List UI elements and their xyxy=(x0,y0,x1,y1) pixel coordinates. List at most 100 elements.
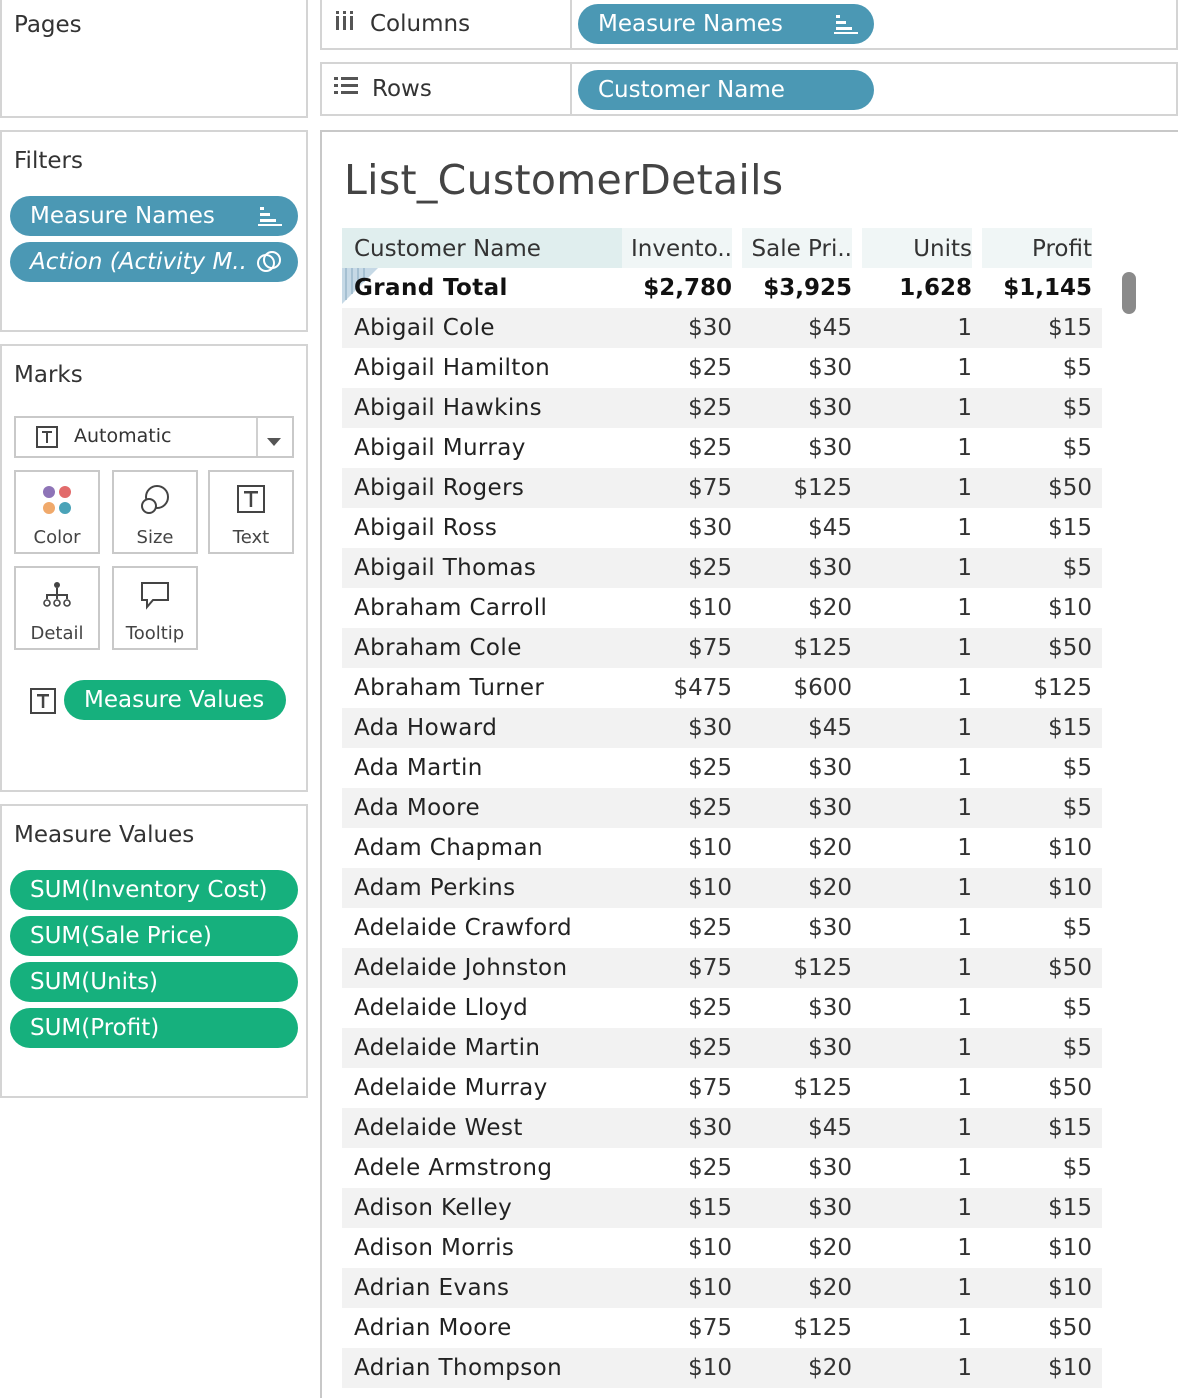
table-row[interactable]: Adison Morris $10 $20 1 $10 xyxy=(342,1228,1102,1268)
measure-value-pill[interactable]: SUM(Sale Price) xyxy=(10,916,298,956)
mark-type-label: Automatic xyxy=(74,425,172,447)
table-row[interactable]: Ada Howard $30 $45 1 $15 xyxy=(342,708,1102,748)
table-row[interactable]: Adam Chapman $10 $20 1 $10 xyxy=(342,828,1102,868)
table-row[interactable]: Adison Kelley $15 $30 1 $15 xyxy=(342,1188,1102,1228)
table-row[interactable]: Adrian Moore $75 $125 1 $50 xyxy=(342,1308,1102,1348)
pages-card[interactable]: Pages xyxy=(0,0,308,118)
sort-icon xyxy=(258,196,282,236)
table-row[interactable]: Adelaide Lloyd $25 $30 1 $5 xyxy=(342,988,1102,1028)
marks-card[interactable]: Marks Automatic Color Size Text Detail T… xyxy=(0,344,308,792)
filter-action-pill[interactable]: Action (Activity M.. xyxy=(10,242,298,282)
table-row[interactable]: Abigail Rogers $75 $125 1 $50 xyxy=(342,468,1102,508)
table-row[interactable]: Abigail Murray $25 $30 1 $5 xyxy=(342,428,1102,468)
detail-button[interactable]: Detail xyxy=(14,566,100,650)
table-row[interactable]: Abraham Carroll $10 $20 1 $10 xyxy=(342,588,1102,628)
units-cell: 1 xyxy=(957,475,972,501)
sale-price-cell: $20 xyxy=(808,1275,852,1301)
header-profit[interactable]: Profit xyxy=(982,228,1092,268)
worksheet-view[interactable]: List_CustomerDetails Customer Name Inven… xyxy=(320,130,1178,1398)
inventory-cell: $75 xyxy=(688,635,732,661)
inventory-cell: $10 xyxy=(688,875,732,901)
grand-total-row[interactable]: Grand Total $2,780 $3,925 1,628 $1,145 xyxy=(342,268,1102,308)
pages-title: Pages xyxy=(14,12,82,38)
filters-title: Filters xyxy=(14,148,83,174)
table-row[interactable]: Abigail Cole $30 $45 1 $15 xyxy=(342,308,1102,348)
inventory-cell: $25 xyxy=(688,1155,732,1181)
customer-name-cell: Adam Perkins xyxy=(354,875,516,901)
sale-price-cell: $20 xyxy=(808,1355,852,1381)
table-row[interactable]: Abigail Hawkins $25 $30 1 $5 xyxy=(342,388,1102,428)
profit-cell: $15 xyxy=(1048,1195,1092,1221)
table-row[interactable]: Adrian Thompson $10 $20 1 $10 xyxy=(342,1348,1102,1388)
customer-name-cell: Abraham Turner xyxy=(354,675,545,701)
vertical-scrollbar-thumb[interactable] xyxy=(1122,272,1136,314)
table-row[interactable]: Ada Moore $25 $30 1 $5 xyxy=(342,788,1102,828)
filters-card[interactable]: Filters Measure Names Action (Activity M… xyxy=(0,130,308,332)
rows-shelf[interactable]: Rows Customer Name xyxy=(320,62,1178,116)
color-button[interactable]: Color xyxy=(14,470,100,554)
detail-icon xyxy=(16,580,98,612)
units-cell: 1 xyxy=(957,955,972,981)
size-button[interactable]: Size xyxy=(112,470,198,554)
table-row[interactable]: Adelaide Johnston $75 $125 1 $50 xyxy=(342,948,1102,988)
table-row[interactable]: Adam Perkins $10 $20 1 $10 xyxy=(342,868,1102,908)
units-cell: 1 xyxy=(957,915,972,941)
profit-cell: $5 xyxy=(1062,795,1092,821)
measure-value-pill[interactable]: SUM(Units) xyxy=(10,962,298,1002)
table-row[interactable]: Abraham Cole $75 $125 1 $50 xyxy=(342,628,1102,668)
sale-price-cell: $45 xyxy=(808,515,852,541)
rows-customer-name-pill[interactable]: Customer Name xyxy=(578,70,874,110)
units-cell: 1 xyxy=(957,1275,972,1301)
inventory-cell: $75 xyxy=(688,475,732,501)
profit-cell: $10 xyxy=(1048,1355,1092,1381)
filter-measure-names-pill[interactable]: Measure Names xyxy=(10,196,298,236)
units-cell: 1 xyxy=(957,595,972,621)
table-row[interactable]: Adelaide West $30 $45 1 $15 xyxy=(342,1108,1102,1148)
inventory-cell: $75 xyxy=(688,955,732,981)
table-row[interactable]: Abigail Ross $30 $45 1 $15 xyxy=(342,508,1102,548)
table-row[interactable]: Adelaide Murray $75 $125 1 $50 xyxy=(342,1068,1102,1108)
header-units[interactable]: Units xyxy=(862,228,972,268)
table-row[interactable]: Abigail Hamilton $25 $30 1 $5 xyxy=(342,348,1102,388)
inventory-cell: $30 xyxy=(688,1115,732,1141)
header-inventory[interactable]: Invento.. xyxy=(622,228,732,268)
table-row[interactable]: Adelaide Crawford $25 $30 1 $5 xyxy=(342,908,1102,948)
profit-cell: $15 xyxy=(1048,715,1092,741)
text-button[interactable]: Text xyxy=(208,470,294,554)
measure-values-card[interactable]: Measure Values SUM(Inventory Cost) SUM(S… xyxy=(0,804,308,1098)
customer-name-cell: Adele Armstrong xyxy=(354,1155,553,1181)
sale-price-cell: $30 xyxy=(808,1155,852,1181)
tooltip-button[interactable]: Tooltip xyxy=(112,566,198,650)
columns-measure-names-pill[interactable]: Measure Names xyxy=(578,4,874,44)
table-row[interactable]: Ada Martin $25 $30 1 $5 xyxy=(342,748,1102,788)
sale-price-cell: $45 xyxy=(808,1115,852,1141)
tooltip-label: Tooltip xyxy=(125,623,185,644)
text-encoding-icon xyxy=(30,688,56,718)
table-row[interactable]: Abraham Turner $475 $600 1 $125 xyxy=(342,668,1102,708)
header-customer-name[interactable]: Customer Name xyxy=(342,228,622,268)
table-row[interactable]: Abigail Thomas $25 $30 1 $5 xyxy=(342,548,1102,588)
units-cell: 1 xyxy=(957,435,972,461)
mark-type-dropdown[interactable]: Automatic xyxy=(14,416,294,458)
rows-divider xyxy=(570,64,572,114)
measure-value-pill[interactable]: SUM(Inventory Cost) xyxy=(10,870,298,910)
table-header: Customer Name Invento.. Sale Pri.. Units… xyxy=(342,228,1102,268)
units-cell: 1 xyxy=(957,1075,972,1101)
customer-name-cell: Abigail Hamilton xyxy=(354,355,551,381)
table-row[interactable]: Adrian Evans $10 $20 1 $10 xyxy=(342,1268,1102,1308)
customer-name-cell: Ada Moore xyxy=(354,795,481,821)
units-cell: 1 xyxy=(957,1355,972,1381)
profit-cell: $50 xyxy=(1048,635,1092,661)
table-row[interactable]: Adele Armstrong $25 $30 1 $5 xyxy=(342,1148,1102,1188)
measure-value-pill[interactable]: SUM(Profit) xyxy=(10,1008,298,1048)
table-row[interactable]: Adelaide Martin $25 $30 1 $5 xyxy=(342,1028,1102,1068)
header-sale-price[interactable]: Sale Pri.. xyxy=(742,228,852,268)
columns-label-text: Columns xyxy=(370,11,471,37)
inventory-cell: $30 xyxy=(688,515,732,541)
rows-label: Rows xyxy=(334,76,432,102)
color-label: Color xyxy=(33,527,81,548)
columns-shelf[interactable]: Columns Measure Names xyxy=(320,0,1178,50)
filter-pill-label: Action (Activity M.. xyxy=(30,249,247,275)
profit-cell: $10 xyxy=(1048,875,1092,901)
marks-measure-values-pill[interactable]: Measure Values xyxy=(64,680,286,720)
